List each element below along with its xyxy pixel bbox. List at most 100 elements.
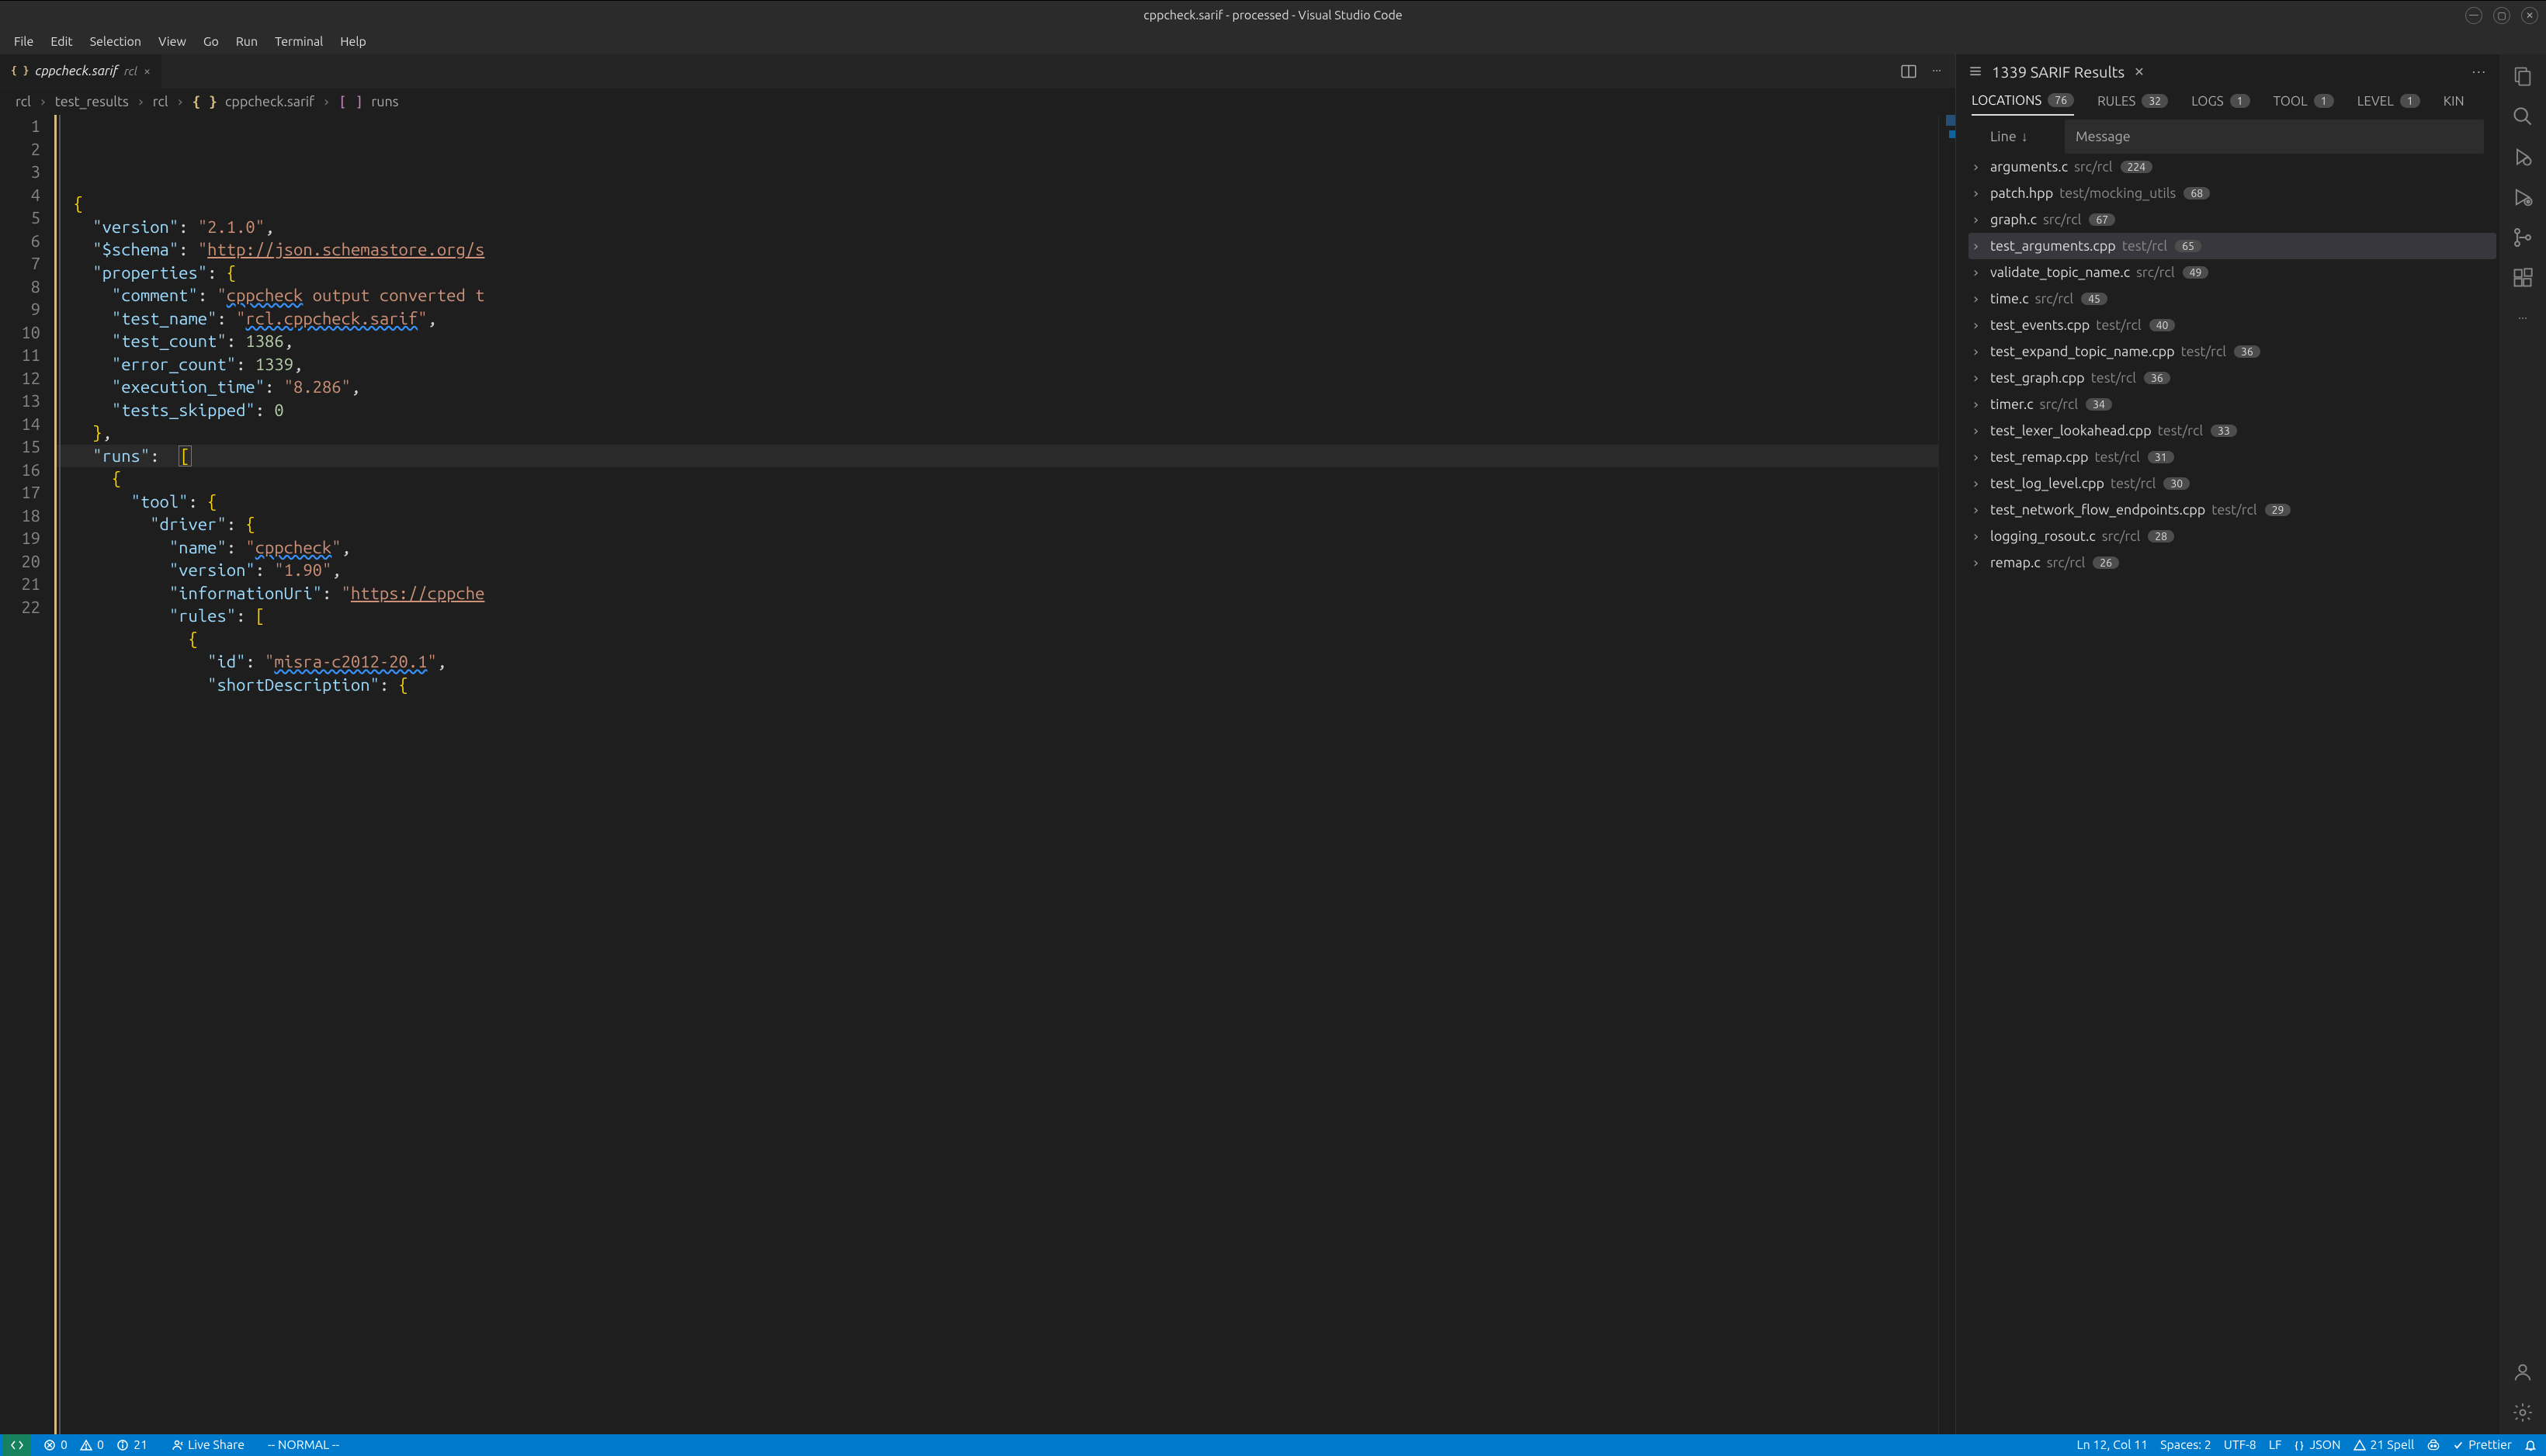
sarif-result-row[interactable]: ›remap.csrc/rcl26	[1968, 549, 2496, 576]
maximize-button[interactable]: ▢	[2493, 7, 2510, 24]
status-bar: 0 0 21 Live Share -- NORMAL -- Ln 12, Co…	[0, 1434, 2546, 1456]
sarif-result-row[interactable]: ›patch.hpptest/mocking_utils68	[1968, 180, 2496, 206]
code-line: "id": "misra-c2012-20.1",	[54, 650, 1938, 674]
crumb-test-results[interactable]: test_results	[55, 94, 129, 109]
sarif-result-row[interactable]: ›test_remap.cpptest/rcl31	[1968, 444, 2496, 470]
sarif-results-list[interactable]: ›arguments.csrc/rcl224›patch.hpptest/moc…	[1956, 154, 2499, 1434]
sarif-more-icon[interactable]: ···	[2472, 64, 2487, 79]
code-line: "rules": [	[54, 605, 1938, 628]
menu-edit[interactable]: Edit	[43, 32, 80, 52]
line-number: 9	[0, 298, 40, 321]
sarif-result-row[interactable]: ›validate_topic_name.csrc/rcl49	[1968, 259, 2496, 286]
code-area[interactable]: { "version": "2.1.0", "$schema": "http:/…	[54, 115, 1938, 1434]
split-editor-icon[interactable]	[1901, 64, 1916, 79]
sarif-tab-kin[interactable]: KIN	[2444, 94, 2464, 115]
sarif-filter-tabs: LOCATIONS76 RULES32 LOGS1 TOOL1 LEVEL1 KIN	[1956, 88, 2499, 120]
source-control-icon[interactable]	[2512, 227, 2534, 248]
sarif-tab-logs[interactable]: LOGS1	[2191, 94, 2249, 115]
chevron-right-icon: ›	[1972, 159, 1982, 175]
line-number: 3	[0, 161, 40, 184]
minimap-marker	[1949, 130, 1955, 138]
close-button[interactable]: ✕	[2521, 7, 2538, 24]
accounts-icon[interactable]	[2512, 1361, 2534, 1383]
problems-info[interactable]: 21	[110, 1438, 154, 1452]
tab-cppcheck-sarif[interactable]: { } cppcheck.sarif rcl ×	[0, 54, 161, 88]
result-filename: graph.c	[1990, 212, 2037, 227]
run-debug-icon[interactable]	[2512, 146, 2534, 168]
sarif-close-icon[interactable]: ✕	[2134, 64, 2144, 79]
crumb-rcl2[interactable]: rcl	[153, 94, 168, 109]
sarif-result-row[interactable]: ›logging_rosout.csrc/rcl28	[1968, 523, 2496, 549]
chevron-right-icon: ›	[1972, 238, 1982, 255]
explorer-icon[interactable]	[2512, 65, 2534, 87]
menu-help[interactable]: Help	[332, 32, 374, 52]
chevron-right-icon: ›	[1972, 185, 1982, 202]
sarif-result-row[interactable]: ›arguments.csrc/rcl224	[1968, 154, 2496, 180]
list-icon[interactable]	[1968, 64, 1982, 78]
notifications-icon[interactable]	[2518, 1439, 2543, 1451]
sarif-result-row[interactable]: ›test_log_level.cpptest/rcl30	[1968, 470, 2496, 497]
crumb-runs[interactable]: runs	[371, 94, 398, 109]
line-number: 8	[0, 276, 40, 299]
code-line: "version": "2.1.0",	[54, 216, 1938, 239]
live-share-button[interactable]: Live Share	[165, 1438, 251, 1452]
crumb-file[interactable]: cppcheck.sarif	[225, 94, 314, 109]
sarif-result-row[interactable]: ›test_events.cpptest/rcl40	[1968, 312, 2496, 338]
line-number: 10	[0, 321, 40, 345]
language-mode[interactable]: JSON	[2288, 1438, 2347, 1452]
line-number: 22	[0, 596, 40, 619]
overview-ruler[interactable]	[1938, 115, 1955, 1434]
more-icon[interactable]: ···	[2512, 307, 2534, 329]
sarif-result-row[interactable]: ›test_lexer_lookahead.cpptest/rcl33	[1968, 418, 2496, 444]
menu-run[interactable]: Run	[228, 32, 265, 52]
sarif-result-row[interactable]: ›graph.csrc/rcl67	[1968, 206, 2496, 233]
sarif-result-row[interactable]: ›time.csrc/rcl45	[1968, 286, 2496, 312]
sarif-result-row[interactable]: ›test_network_flow_endpoints.cpptest/rcl…	[1968, 497, 2496, 523]
sarif-tab-level[interactable]: LEVEL1	[2357, 94, 2420, 115]
sarif-tab-rules[interactable]: RULES32	[2097, 94, 2168, 115]
sarif-tab-locations[interactable]: LOCATIONS76	[1972, 93, 2074, 116]
line-number: 19	[0, 527, 40, 550]
line-number: 11	[0, 344, 40, 367]
line-number: 15	[0, 435, 40, 459]
editor-body[interactable]: 12345678910111213141516171819202122 { "v…	[0, 115, 1955, 1434]
result-filepath: test/rcl	[2111, 476, 2156, 491]
sarif-result-row[interactable]: ›test_arguments.cpptest/rcl65	[1968, 233, 2496, 259]
copilot-icon[interactable]	[2420, 1438, 2447, 1452]
code-line: "runs": [	[54, 445, 1938, 468]
column-message-header[interactable]: Message	[2065, 120, 2484, 154]
problems-errors[interactable]: 0	[37, 1438, 74, 1452]
result-filepath: test/rcl	[2095, 449, 2140, 465]
column-line-header[interactable]: Line ↓	[1972, 120, 2065, 154]
result-count-badge: 28	[2148, 530, 2174, 543]
more-actions-icon[interactable]: ···	[1932, 64, 1941, 79]
menu-go[interactable]: Go	[196, 32, 227, 52]
eol[interactable]: LF	[2263, 1438, 2288, 1452]
gear-icon[interactable]	[2512, 1402, 2534, 1423]
sarif-result-row[interactable]: ›test_graph.cpptest/rcl36	[1968, 365, 2496, 391]
sarif-result-row[interactable]: ›test_expand_topic_name.cpptest/rcl36	[1968, 338, 2496, 365]
menu-view[interactable]: View	[151, 32, 194, 52]
prettier-status[interactable]: Prettier	[2447, 1438, 2518, 1452]
menu-file[interactable]: File	[6, 32, 41, 52]
menu-selection[interactable]: Selection	[82, 32, 149, 52]
result-filepath: test/rcl	[2181, 344, 2226, 359]
problems-warnings[interactable]: 0	[74, 1438, 110, 1452]
sarif-tab-tool[interactable]: TOOL1	[2274, 94, 2334, 115]
indentation[interactable]: Spaces: 2	[2154, 1438, 2218, 1452]
code-line: "comment": "cppcheck output converted t	[54, 284, 1938, 307]
menu-terminal[interactable]: Terminal	[267, 32, 331, 52]
crumb-rcl[interactable]: rcl	[16, 94, 31, 109]
minimize-button[interactable]: —	[2465, 7, 2482, 24]
result-filepath: src/rcl	[2047, 555, 2085, 570]
remote-indicator[interactable]	[3, 1434, 31, 1456]
extensions-icon[interactable]	[2512, 267, 2534, 289]
debug-alt-icon[interactable]	[2512, 186, 2534, 208]
sarif-result-row[interactable]: ›timer.csrc/rcl34	[1968, 391, 2496, 418]
search-icon[interactable]	[2512, 106, 2534, 127]
cursor-position[interactable]: Ln 12, Col 11	[2070, 1438, 2154, 1452]
spell-check[interactable]: 21 Spell	[2347, 1438, 2421, 1452]
chevron-right-icon: ›	[1972, 476, 1982, 492]
tab-close-icon[interactable]: ×	[144, 64, 151, 78]
encoding[interactable]: UTF-8	[2218, 1438, 2263, 1452]
